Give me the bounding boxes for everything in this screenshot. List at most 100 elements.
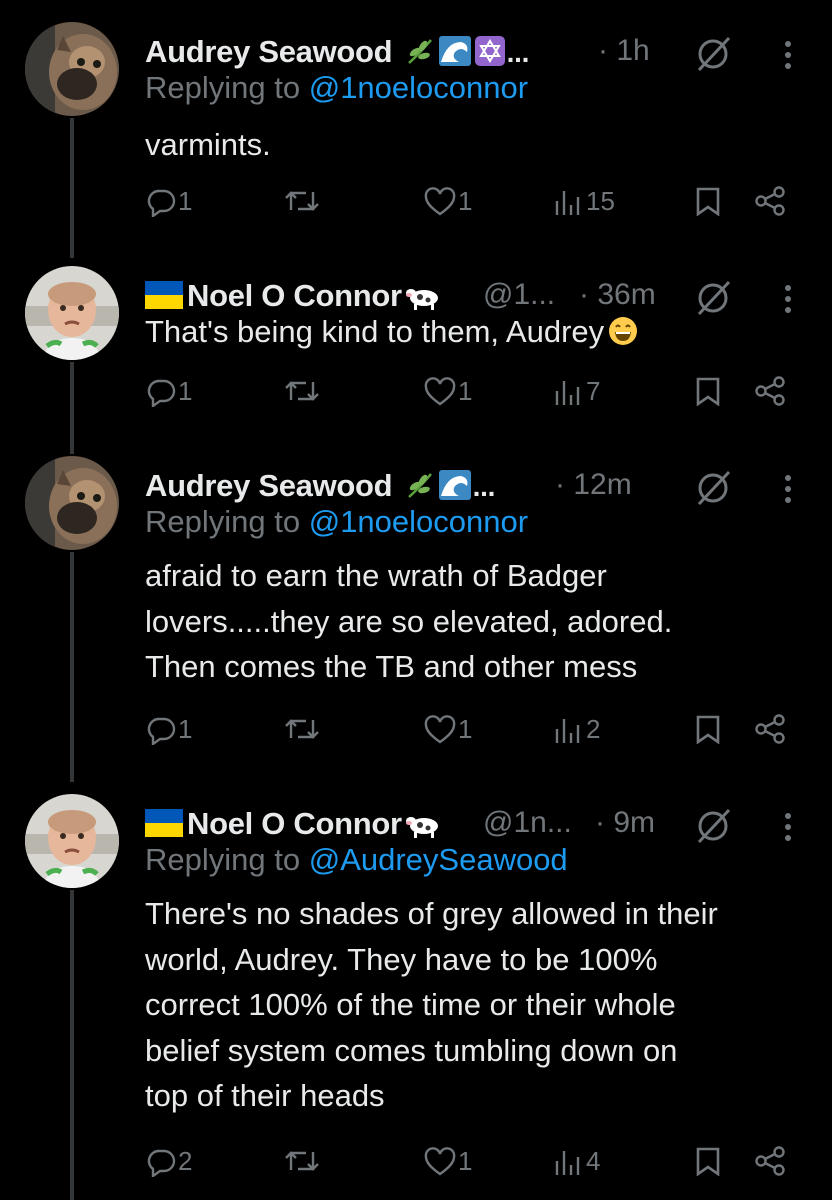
views-bars-icon	[555, 380, 580, 405]
like-count: 1	[458, 186, 473, 216]
reply-button[interactable]: 1	[146, 714, 192, 745]
like-button[interactable]: 1	[424, 186, 472, 217]
like-count: 1	[458, 1146, 473, 1176]
share-button[interactable]	[754, 376, 788, 406]
reply-count: 1	[178, 376, 193, 406]
repost-arrows-icon	[285, 191, 319, 211]
repost-arrows-icon	[285, 381, 319, 401]
repost-button[interactable]	[283, 714, 321, 744]
cow-emoji-icon	[405, 808, 440, 846]
views-count: 7	[586, 376, 601, 406]
reply-button[interactable]: 1	[146, 186, 192, 217]
views-bars-icon	[555, 1150, 580, 1175]
share-icon	[755, 376, 785, 406]
like-button[interactable]: 1	[424, 376, 472, 407]
heart-icon	[424, 1146, 456, 1175]
action-bar: 1 1 15	[0, 186, 832, 226]
share-button[interactable]	[754, 1146, 788, 1176]
bookmark-button[interactable]	[695, 714, 721, 744]
herb-emoji-icon	[405, 36, 435, 74]
tweet-header: Audrey Seawood ... · 1h	[145, 34, 812, 74]
repost-arrows-icon	[285, 1151, 319, 1171]
like-count: 1	[458, 376, 473, 406]
timestamp[interactable]: · 9m	[595, 806, 655, 840]
views-count: 15	[586, 186, 615, 216]
reply-count: 1	[178, 186, 193, 216]
action-bar: 2 1 4	[0, 1146, 832, 1186]
timestamp[interactable]: · 36m	[579, 278, 656, 312]
handle[interactable]: @1n...	[483, 806, 572, 840]
reply-button[interactable]: 1	[146, 376, 192, 407]
display-name[interactable]: Audrey Seawood ...	[145, 34, 529, 74]
views-button[interactable]: 4	[554, 1146, 600, 1177]
display-name[interactable]: Audrey Seawood ...	[145, 468, 495, 508]
more-vertical-icon[interactable]	[784, 812, 792, 847]
heart-icon	[424, 714, 456, 743]
more-vertical-icon[interactable]	[784, 474, 792, 509]
like-button[interactable]: 1	[424, 714, 472, 745]
reply-bubble-icon	[147, 1149, 176, 1177]
reply-bubble-icon	[147, 717, 176, 745]
grok-slash-icon[interactable]	[693, 470, 733, 511]
repost-button[interactable]	[283, 1146, 321, 1176]
bookmark-icon	[696, 715, 720, 744]
avatar-noel[interactable]	[25, 794, 119, 888]
bookmark-button[interactable]	[695, 186, 721, 216]
views-bars-icon	[555, 190, 580, 215]
ukraine-flag-icon	[145, 809, 183, 845]
replying-to: Replying to @1noeloconnor	[145, 504, 529, 539]
views-count: 4	[586, 1146, 601, 1176]
avatar-audrey[interactable]	[25, 22, 119, 116]
share-button[interactable]	[754, 186, 788, 216]
bookmark-icon	[696, 1147, 720, 1176]
repost-arrows-icon	[285, 719, 319, 739]
repost-button[interactable]	[283, 376, 321, 406]
mention-link[interactable]: @1noeloconnor	[309, 504, 528, 539]
mention-link[interactable]: @1noeloconnor	[309, 70, 528, 105]
timestamp[interactable]: · 1h	[598, 34, 650, 68]
grok-slash-icon[interactable]	[693, 808, 733, 849]
timestamp[interactable]: · 12m	[555, 468, 632, 502]
wave-emoji-icon	[438, 470, 471, 508]
bookmark-button[interactable]	[695, 1146, 721, 1176]
replying-to: Replying to @1noeloconnor	[145, 70, 529, 105]
views-button[interactable]: 15	[554, 186, 615, 217]
reply-button[interactable]: 2	[146, 1146, 192, 1177]
bookmark-button[interactable]	[695, 376, 721, 406]
share-icon	[755, 186, 785, 216]
heart-icon	[424, 376, 456, 405]
display-name[interactable]: Noel O Connor	[145, 806, 440, 846]
tweet-text: There's no shades of grey allowed in the…	[145, 896, 718, 1113]
like-button[interactable]: 1	[424, 1146, 472, 1177]
like-count: 1	[458, 714, 473, 744]
grinning-emoji-icon	[608, 313, 638, 359]
handle[interactable]: @1...	[483, 278, 555, 312]
tweet-text: afraid to earn the wrath of Badger lover…	[145, 558, 673, 684]
tweet-text: varmints.	[145, 127, 271, 162]
wave-emoji-icon	[438, 36, 471, 74]
tweet-text: That's being kind to them, Audrey	[145, 309, 805, 359]
more-vertical-icon[interactable]	[784, 40, 792, 75]
views-button[interactable]: 2	[554, 714, 600, 745]
share-icon	[755, 714, 785, 744]
avatar-audrey[interactable]	[25, 456, 119, 550]
tweet-header: Noel O Connor @1n... · 9m	[145, 806, 812, 846]
reply-count: 2	[178, 1146, 193, 1176]
share-icon	[755, 1146, 785, 1176]
repost-button[interactable]	[283, 186, 321, 216]
mention-link[interactable]: @AudreySeawood	[309, 842, 568, 877]
star-of-david-emoji-icon	[474, 36, 505, 74]
views-bars-icon	[555, 718, 580, 743]
grok-slash-icon[interactable]	[693, 36, 733, 77]
avatar-noel[interactable]	[25, 266, 119, 360]
views-count: 2	[586, 714, 601, 744]
reply-bubble-icon	[147, 379, 176, 407]
action-bar: 1 1 7	[0, 376, 832, 416]
herb-emoji-icon	[405, 470, 435, 508]
share-button[interactable]	[754, 714, 788, 744]
heart-icon	[424, 186, 456, 215]
bookmark-icon	[696, 187, 720, 216]
replying-to: Replying to @AudreySeawood	[145, 842, 568, 877]
views-button[interactable]: 7	[554, 376, 600, 407]
reply-count: 1	[178, 714, 193, 744]
